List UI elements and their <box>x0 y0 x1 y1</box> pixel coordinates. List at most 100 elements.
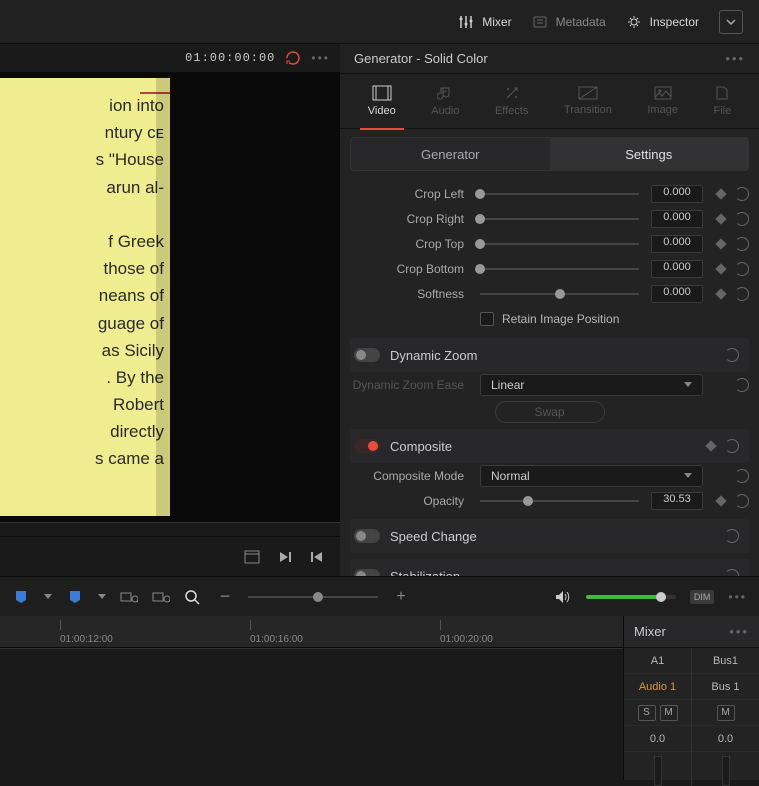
crop-left-slider[interactable] <box>480 193 639 195</box>
opacity-label: Opacity <box>350 494 468 508</box>
retain-position-checkbox[interactable] <box>480 312 494 326</box>
tab-effects[interactable]: Effects <box>487 81 536 121</box>
chevron-down-icon[interactable] <box>98 594 106 599</box>
ruler-tick: 01:00:12:00 <box>60 634 113 645</box>
reset-icon[interactable] <box>735 378 749 392</box>
reset-icon[interactable] <box>725 348 739 362</box>
channel-name[interactable]: Audio 1 <box>624 674 691 700</box>
speed-change-toggle[interactable] <box>354 529 380 543</box>
reset-icon[interactable] <box>725 439 739 453</box>
chevron-down-icon[interactable] <box>44 594 52 599</box>
crop-right-value[interactable]: 0.000 <box>651 210 703 228</box>
viewer-scrubber[interactable] <box>0 522 340 536</box>
marker-icon[interactable] <box>12 588 30 606</box>
zoom-tool-3-icon[interactable] <box>184 588 202 606</box>
channel-name[interactable]: Bus 1 <box>692 674 759 700</box>
opacity-value[interactable]: 30.53 <box>651 492 703 510</box>
timeline-tracks[interactable] <box>0 648 623 778</box>
crop-top-slider[interactable] <box>480 243 639 245</box>
reset-icon[interactable] <box>735 469 749 483</box>
speaker-icon[interactable] <box>554 588 572 606</box>
dynamic-zoom-title: Dynamic Zoom <box>390 348 715 363</box>
inspector-subtabs: Generator Settings <box>350 137 749 171</box>
reset-icon[interactable] <box>735 494 749 508</box>
crop-bottom-value[interactable]: 0.000 <box>651 260 703 278</box>
tab-video[interactable]: Video <box>360 81 404 121</box>
tab-transition[interactable]: Transition <box>556 82 620 120</box>
viewer-menu[interactable]: ••• <box>311 51 330 65</box>
keyframe-icon[interactable] <box>715 213 726 224</box>
dynamic-zoom-section[interactable]: Dynamic Zoom <box>350 338 749 372</box>
solo-button[interactable]: S <box>638 705 656 721</box>
mixer-channel-bus1: Bus1 Bus 1 M 0.0 <box>692 648 759 786</box>
reset-icon[interactable] <box>735 287 749 301</box>
zoom-tool-2-icon[interactable] <box>152 588 170 606</box>
mute-button[interactable]: M <box>660 705 678 721</box>
tab-image[interactable]: Image <box>639 82 686 120</box>
tab-file[interactable]: File <box>705 81 739 121</box>
crop-top-value[interactable]: 0.000 <box>651 235 703 253</box>
reset-icon[interactable] <box>735 212 749 226</box>
toolbar-dropdown[interactable] <box>719 10 743 34</box>
subtab-settings[interactable]: Settings <box>550 138 749 170</box>
channel-id[interactable]: A1 <box>624 648 691 674</box>
composite-mode-dropdown[interactable]: Normal <box>480 465 703 487</box>
softness-slider[interactable] <box>480 293 639 295</box>
mixer-toggle[interactable]: Mixer <box>458 14 511 30</box>
reset-icon[interactable] <box>735 187 749 201</box>
volume-slider[interactable] <box>586 595 676 599</box>
softness-row: Softness 0.000 <box>350 281 749 306</box>
dynamic-zoom-toggle[interactable] <box>354 348 380 362</box>
timeline[interactable]: 01:00:12:00 01:00:16:00 01:00:20:00 <box>0 616 623 780</box>
viewer[interactable]: ion into ntury ᴄᴇ s "House arun al- f Gr… <box>0 72 340 522</box>
composite-toggle[interactable] <box>354 439 380 453</box>
channel-id[interactable]: Bus1 <box>692 648 759 674</box>
zoom-slider[interactable] <box>248 596 378 598</box>
keyframe-icon[interactable] <box>715 263 726 274</box>
dz-ease-dropdown[interactable]: Linear <box>480 374 703 396</box>
crop-top-label: Crop Top <box>350 237 468 251</box>
flag-icon[interactable] <box>66 588 84 606</box>
crop-bottom-row: Crop Bottom 0.000 <box>350 256 749 281</box>
reset-icon[interactable] <box>725 529 739 543</box>
dz-ease-row: Dynamic Zoom Ease Linear <box>350 372 749 397</box>
subtab-generator[interactable]: Generator <box>351 138 550 170</box>
crop-right-label: Crop Right <box>350 212 468 226</box>
softness-value[interactable]: 0.000 <box>651 285 703 303</box>
transition-icon <box>578 86 598 100</box>
mixer-menu[interactable]: ••• <box>729 624 749 639</box>
swap-button[interactable]: Swap <box>495 401 605 423</box>
prev-clip-icon[interactable] <box>310 550 324 564</box>
crop-right-slider[interactable] <box>480 218 639 220</box>
composite-section[interactable]: Composite <box>350 429 749 463</box>
metadata-toggle[interactable]: Metadata <box>532 14 606 30</box>
keyframe-icon[interactable] <box>705 440 716 451</box>
crop-top-row: Crop Top 0.000 <box>350 231 749 256</box>
zoom-out-icon[interactable]: − <box>216 588 234 606</box>
next-clip-icon[interactable] <box>278 550 292 564</box>
tab-audio[interactable]: Audio <box>423 81 467 121</box>
crop-bottom-slider[interactable] <box>480 268 639 270</box>
dim-button[interactable]: DIM <box>690 590 715 604</box>
level-meter <box>654 756 662 786</box>
image-icon <box>654 86 672 100</box>
zoom-in-icon[interactable]: + <box>392 588 410 606</box>
opacity-slider[interactable] <box>480 500 639 502</box>
reset-icon[interactable] <box>735 237 749 251</box>
inspector-toggle[interactable]: Inspector <box>626 14 699 30</box>
crop-left-value[interactable]: 0.000 <box>651 185 703 203</box>
keyframe-icon[interactable] <box>715 288 726 299</box>
keyframe-icon[interactable] <box>715 188 726 199</box>
timeline-menu[interactable]: ••• <box>728 590 747 604</box>
fullscreen-icon[interactable] <box>244 550 260 564</box>
inspector-menu[interactable]: ••• <box>725 51 745 66</box>
speed-change-section[interactable]: Speed Change <box>350 519 749 553</box>
keyframe-icon[interactable] <box>715 238 726 249</box>
mute-button[interactable]: M <box>717 705 735 721</box>
timeline-ruler[interactable]: 01:00:12:00 01:00:16:00 01:00:20:00 <box>0 616 623 648</box>
reset-icon[interactable] <box>735 262 749 276</box>
keyframe-icon[interactable] <box>715 495 726 506</box>
viewer-timecode[interactable]: 01:00:00:00 <box>185 51 275 65</box>
loop-icon[interactable] <box>285 50 301 66</box>
zoom-tool-1-icon[interactable] <box>120 588 138 606</box>
